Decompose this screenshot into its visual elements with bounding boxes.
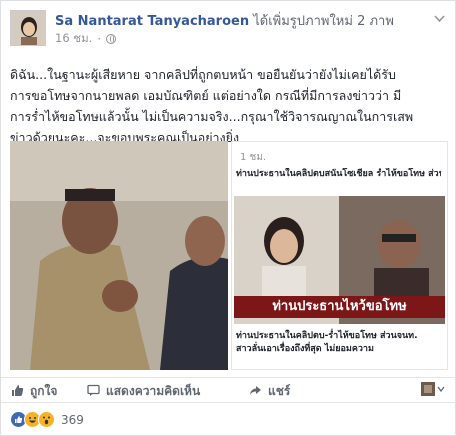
post-text-line: การขอโทษจากนายพลด เอมบัณฑิตย์ แต่อย่างใด… bbox=[10, 88, 402, 103]
post-header: Sa Nantarat Tanyacharoen ได้เพิ่มรูปภาพใ… bbox=[55, 10, 394, 31]
share-icon bbox=[249, 384, 262, 400]
thumbs-up-icon bbox=[11, 384, 24, 400]
shared-caption-line: ท่านประธานในคลิปตบ-ร่ำไห้ขอโทษ ส่วนจนท. bbox=[236, 331, 418, 341]
post-action-text: ได้เพิ่มรูปภาพใหม่ 2 ภาพ bbox=[249, 14, 394, 29]
comment-label: แสดงความคิดเห็น bbox=[106, 384, 201, 398]
author-name[interactable]: Sa Nantarat Tanyacharoen bbox=[55, 14, 249, 29]
news-photo: ท่านประธานไหว้ขอโทษ bbox=[234, 196, 445, 324]
shared-news-image[interactable]: 1 ชม. ท่านประธานในคลิปตบสนั่นโซเชี่ยล ร่… bbox=[231, 141, 448, 370]
reaction-count: 369 bbox=[61, 412, 84, 427]
post-text-line: ดิฉัน...ในฐานะผู้เสียหาย จากคลิปที่ถูกตบ… bbox=[10, 67, 396, 82]
wow-reaction-icon bbox=[38, 411, 55, 428]
news-banner: ท่านประธานไหว้ขอโทษ bbox=[234, 296, 445, 318]
post-meta: 16 ชม. · bbox=[55, 30, 116, 48]
photo-officials[interactable] bbox=[10, 141, 228, 370]
post-timestamp[interactable]: 16 ชม. bbox=[55, 30, 92, 48]
shared-caption-line: สาวลั่นเอาเรื่องถึงที่สุด ไม่ยอมความ bbox=[236, 344, 374, 354]
share-button[interactable]: แชร์ bbox=[249, 382, 290, 401]
photo-grid: 1 ชม. ท่านประธานในคลิปตบสนั่นโซเชี่ยล ร่… bbox=[1, 141, 456, 383]
share-label: แชร์ bbox=[268, 384, 291, 398]
separator-dot: · bbox=[97, 32, 101, 46]
shared-caption-top: ท่านประธานในคลิปตบสนั่นโซเชี่ยล ร่ำไห้ขอ… bbox=[236, 169, 441, 179]
globe-icon bbox=[106, 34, 116, 44]
facebook-post: Sa Nantarat Tanyacharoen ได้เพิ่มรูปภาพใ… bbox=[0, 0, 456, 436]
like-button[interactable]: ถูกใจ bbox=[11, 382, 57, 401]
post-text-line: การร่ำไห้ขอโทษแล้วนั้น ไม่เป็นความจริง..… bbox=[10, 109, 414, 124]
shared-post-time: 1 ชม. bbox=[240, 152, 267, 163]
comment-icon bbox=[87, 384, 100, 400]
sharer-avatar-icon[interactable] bbox=[421, 382, 445, 396]
shared-caption-bottom: ท่านประธานในคลิปตบ-ร่ำไห้ขอโทษ ส่วนจนท. … bbox=[236, 330, 441, 356]
chevron-down-icon[interactable] bbox=[434, 13, 445, 24]
post-text: ดิฉัน...ในฐานะผู้เสียหาย จากคลิปที่ถูกตบ… bbox=[10, 64, 448, 148]
like-label: ถูกใจ bbox=[30, 384, 58, 398]
reactions-summary[interactable]: 369 bbox=[10, 411, 84, 428]
comment-button[interactable]: แสดงความคิดเห็น bbox=[87, 382, 200, 401]
action-bar: ถูกใจ แสดงความคิดเห็น แชร์ bbox=[1, 377, 456, 403]
avatar[interactable] bbox=[10, 10, 46, 46]
